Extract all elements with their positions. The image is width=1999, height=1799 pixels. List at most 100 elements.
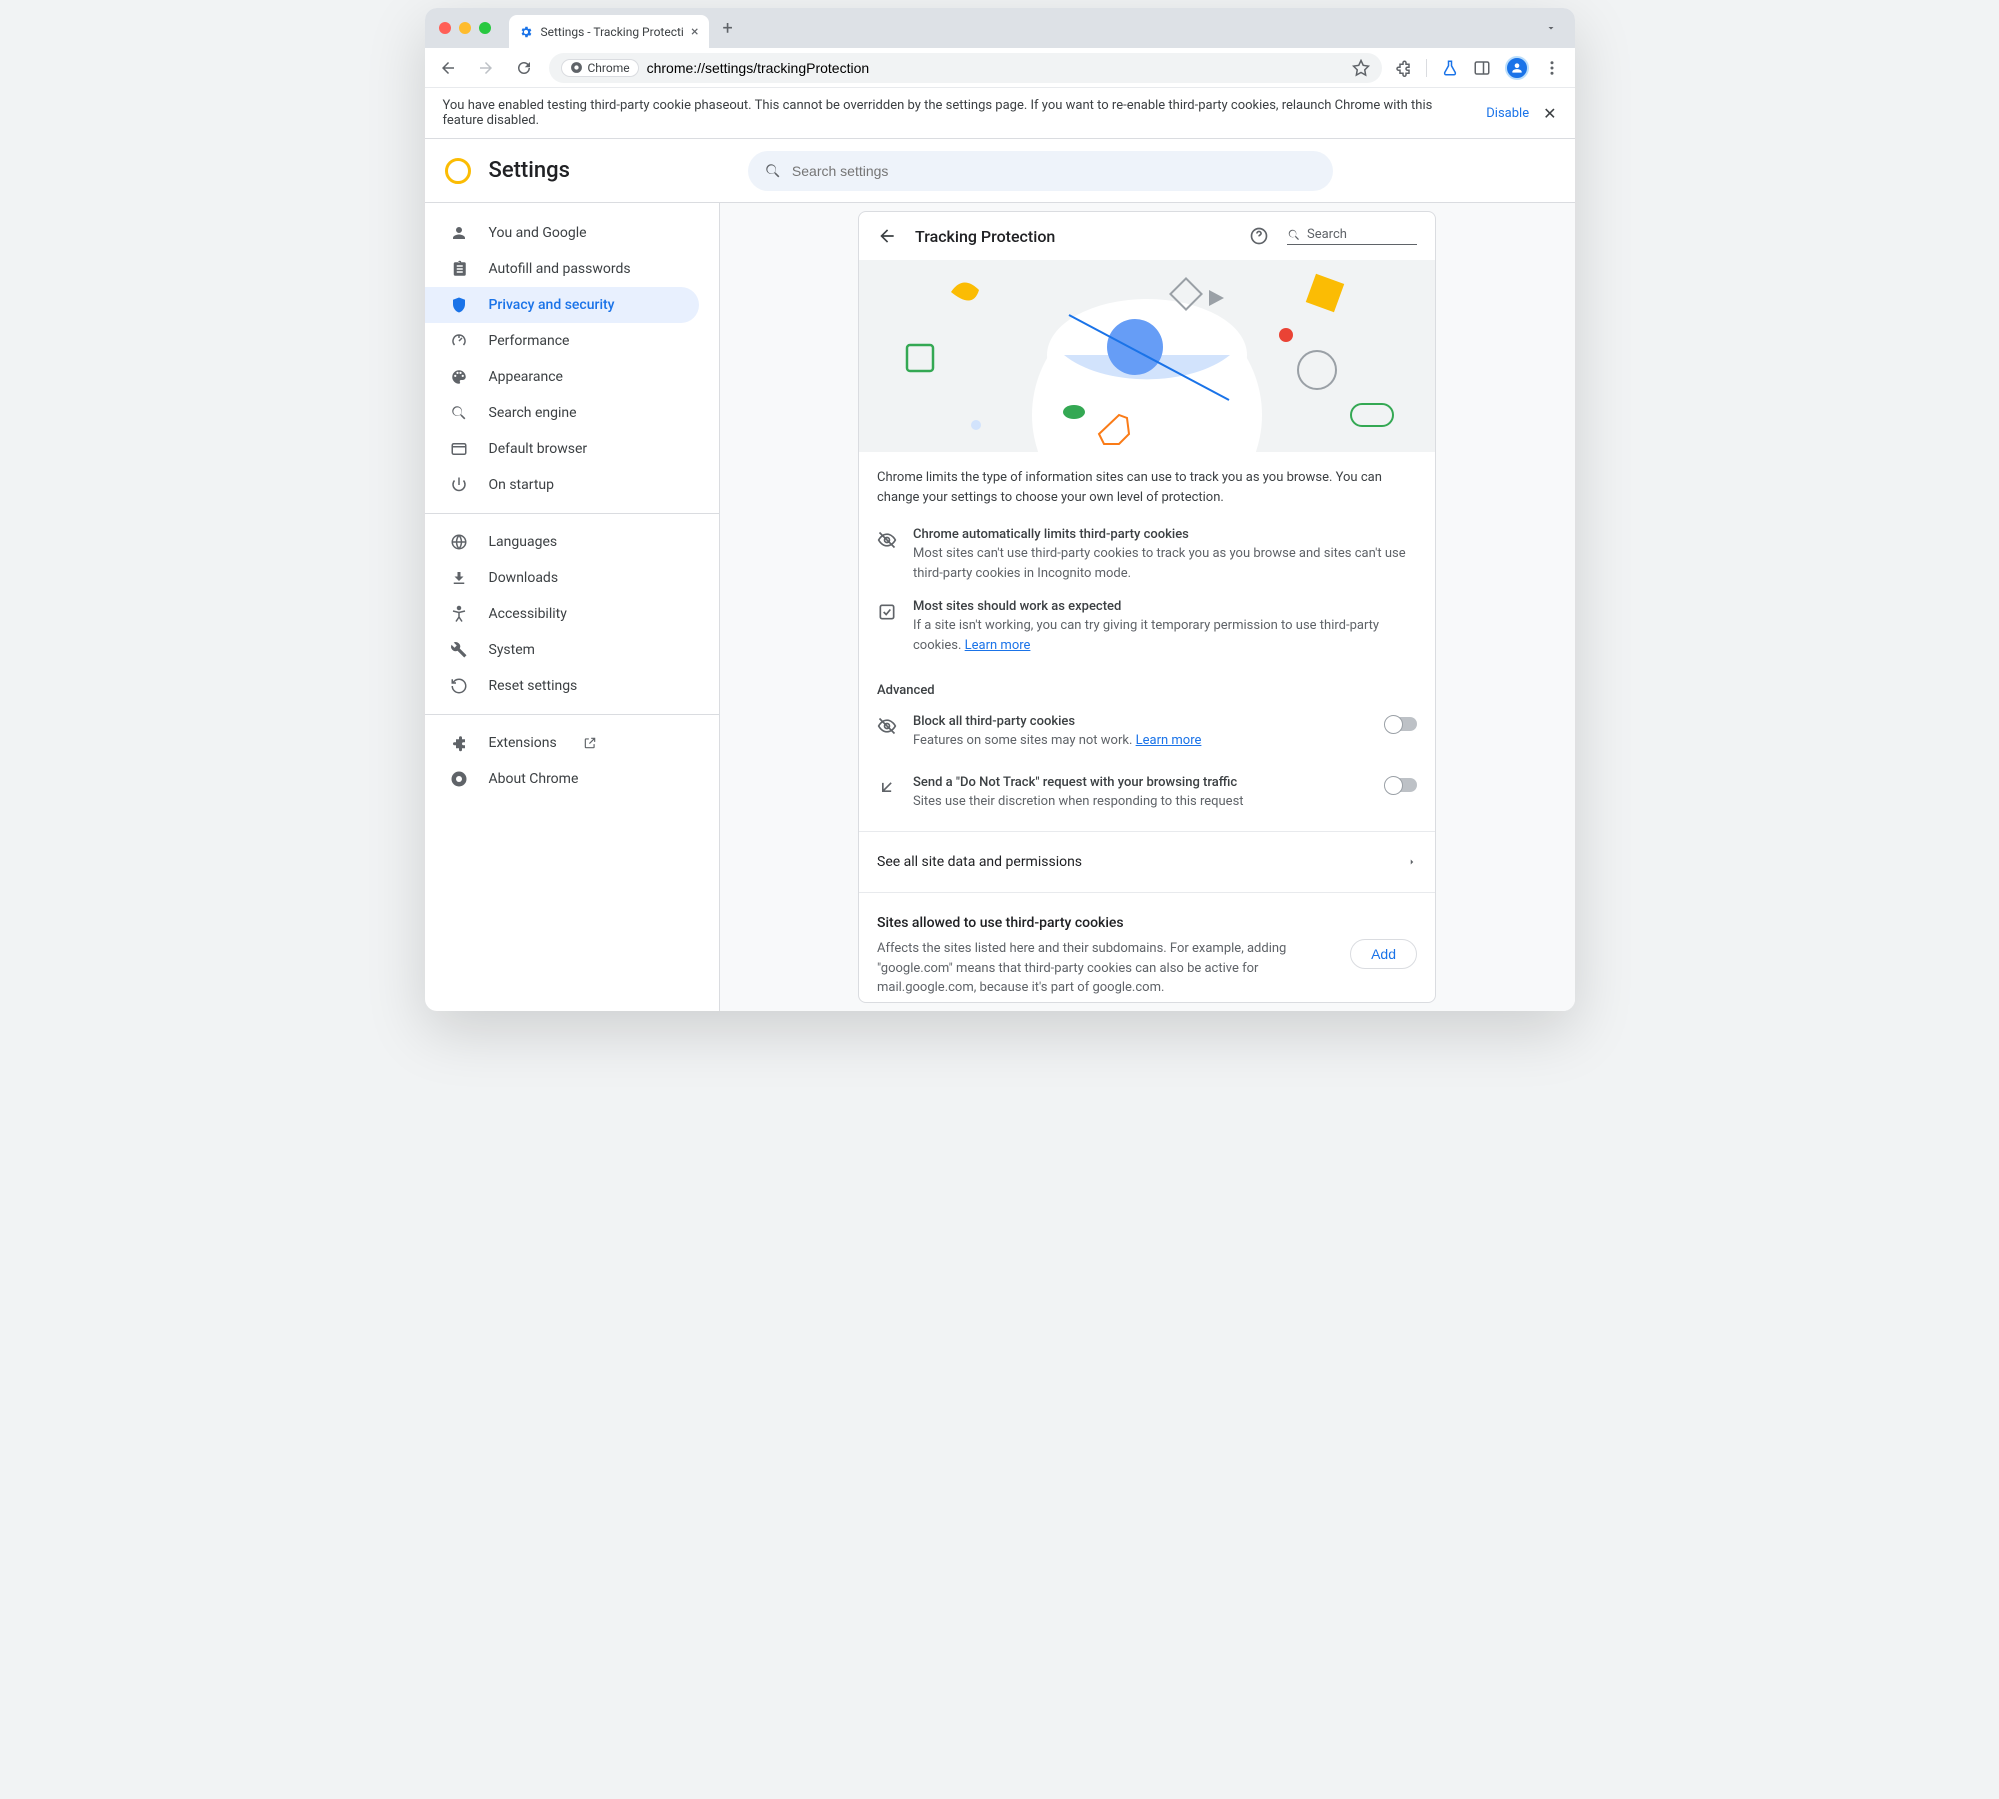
menu-button[interactable] — [1543, 59, 1561, 77]
bookmark-button[interactable] — [1352, 59, 1370, 77]
divider — [859, 831, 1435, 832]
back-button[interactable] — [435, 55, 461, 81]
learn-more-link[interactable]: Learn more — [1136, 733, 1202, 748]
sidebar-item-label: On startup — [489, 477, 555, 493]
sidebar-item-extensions[interactable]: Extensions — [425, 725, 719, 761]
feature-desc: If a site isn't working, you can try giv… — [913, 616, 1417, 655]
power-icon — [449, 476, 469, 494]
sidebar: You and Google Autofill and passwords Pr… — [425, 203, 720, 1011]
sidebar-item-label: About Chrome — [489, 771, 579, 787]
tracking-protection-card: Tracking Protection Search — [858, 211, 1436, 1003]
eye-off-icon — [877, 714, 897, 736]
sidebar-item-about[interactable]: About Chrome — [425, 761, 719, 797]
settings-header: Settings — [425, 139, 1575, 203]
sidebar-item-autofill[interactable]: Autofill and passwords — [425, 251, 719, 287]
sidebar-item-label: Accessibility — [489, 606, 567, 622]
feature-title: Most sites should work as expected — [913, 599, 1417, 614]
labs-button[interactable] — [1441, 59, 1459, 77]
url-input[interactable] — [647, 60, 1344, 76]
shield-icon — [449, 296, 469, 314]
sidebar-item-label: Autofill and passwords — [489, 261, 631, 277]
search-icon — [1287, 228, 1301, 242]
sidebar-item-label: Languages — [489, 534, 558, 550]
sidebar-item-label: Extensions — [489, 735, 557, 751]
tabs-dropdown-button[interactable] — [1539, 16, 1563, 40]
close-tab-button[interactable]: × — [691, 24, 698, 40]
sidebar-item-accessibility[interactable]: Accessibility — [425, 596, 719, 632]
sidebar-item-appearance[interactable]: Appearance — [425, 359, 719, 395]
intro-text: Chrome limits the type of information si… — [859, 452, 1435, 523]
window-icon — [449, 440, 469, 458]
sidebar-divider — [425, 714, 719, 715]
back-button[interactable] — [877, 226, 897, 246]
speedometer-icon — [449, 332, 469, 350]
learn-more-link[interactable]: Learn more — [965, 638, 1031, 653]
page-title: Tracking Protection — [915, 227, 1231, 246]
settings-search[interactable] — [748, 151, 1333, 191]
profile-button[interactable] — [1505, 56, 1529, 80]
sidebar-item-search-engine[interactable]: Search engine — [425, 395, 719, 431]
sidebar-item-label: System — [489, 642, 535, 658]
forward-button[interactable] — [473, 55, 499, 81]
address-bar[interactable]: Chrome — [549, 53, 1382, 83]
block-cookies-row: Block all third-party cookies Features o… — [859, 702, 1435, 763]
sidebar-item-label: Search engine — [489, 405, 577, 421]
side-panel-button[interactable] — [1473, 59, 1491, 77]
sidebar-item-label: Privacy and security — [489, 297, 615, 313]
maximize-window-button[interactable] — [479, 22, 491, 34]
person-icon — [449, 224, 469, 242]
see-all-site-data-link[interactable]: See all site data and permissions — [859, 840, 1435, 884]
sidebar-item-label: Downloads — [489, 570, 559, 586]
tab-title: Settings - Tracking Protectio — [541, 25, 684, 39]
traffic-lights — [439, 22, 491, 34]
site-info-chip[interactable]: Chrome — [561, 59, 639, 77]
sidebar-item-you-and-google[interactable]: You and Google — [425, 215, 719, 251]
infobar-disable-link[interactable]: Disable — [1486, 106, 1529, 121]
toggle-desc: Features on some sites may not work. Lea… — [913, 731, 1369, 751]
magnifier-icon — [449, 404, 469, 422]
clipboard-icon — [449, 260, 469, 278]
sidebar-item-performance[interactable]: Performance — [425, 323, 719, 359]
reload-button[interactable] — [511, 55, 537, 81]
globe-icon — [449, 533, 469, 551]
chrome-logo-icon — [445, 158, 471, 184]
infobar: You have enabled testing third-party coo… — [425, 88, 1575, 139]
new-tab-button[interactable]: + — [723, 18, 733, 39]
sidebar-item-system[interactable]: System — [425, 632, 719, 668]
sidebar-item-label: You and Google — [489, 225, 587, 241]
illustration — [859, 260, 1435, 452]
download-icon — [449, 569, 469, 587]
checkbox-icon — [877, 599, 897, 655]
chrome-icon — [449, 770, 469, 788]
chrome-icon — [570, 61, 583, 74]
eye-off-icon — [877, 527, 897, 583]
help-button[interactable] — [1249, 226, 1269, 246]
block-cookies-toggle[interactable] — [1385, 717, 1417, 731]
dnt-row: Send a "Do Not Track" request with your … — [859, 763, 1435, 824]
infobar-text: You have enabled testing third-party coo… — [443, 98, 1473, 128]
sidebar-divider — [425, 513, 719, 514]
sidebar-item-on-startup[interactable]: On startup — [425, 467, 719, 503]
add-button[interactable]: Add — [1350, 939, 1417, 969]
feature-title: Chrome automatically limits third-party … — [913, 527, 1417, 542]
infobar-close-button[interactable]: ✕ — [1543, 104, 1556, 123]
minimize-window-button[interactable] — [459, 22, 471, 34]
sidebar-item-default-browser[interactable]: Default browser — [425, 431, 719, 467]
close-window-button[interactable] — [439, 22, 451, 34]
allowed-section: Sites allowed to use third-party cookies… — [859, 901, 1435, 1003]
sidebar-item-reset[interactable]: Reset settings — [425, 668, 719, 704]
chip-label: Chrome — [588, 61, 630, 75]
page-search-placeholder: Search — [1307, 227, 1347, 242]
page-search[interactable]: Search — [1287, 227, 1417, 245]
browser-tab[interactable]: Settings - Tracking Protectio × — [509, 15, 709, 48]
sidebar-item-downloads[interactable]: Downloads — [425, 560, 719, 596]
toggle-title: Block all third-party cookies — [913, 714, 1369, 729]
feature-auto-limit: Chrome automatically limits third-party … — [859, 523, 1435, 595]
sidebar-item-languages[interactable]: Languages — [425, 524, 719, 560]
extensions-button[interactable] — [1394, 59, 1412, 77]
feature-desc: Most sites can't use third-party cookies… — [913, 544, 1417, 583]
settings-search-input[interactable] — [792, 163, 1317, 179]
restore-icon — [449, 677, 469, 695]
dnt-toggle[interactable] — [1385, 778, 1417, 792]
sidebar-item-privacy[interactable]: Privacy and security — [425, 287, 699, 323]
